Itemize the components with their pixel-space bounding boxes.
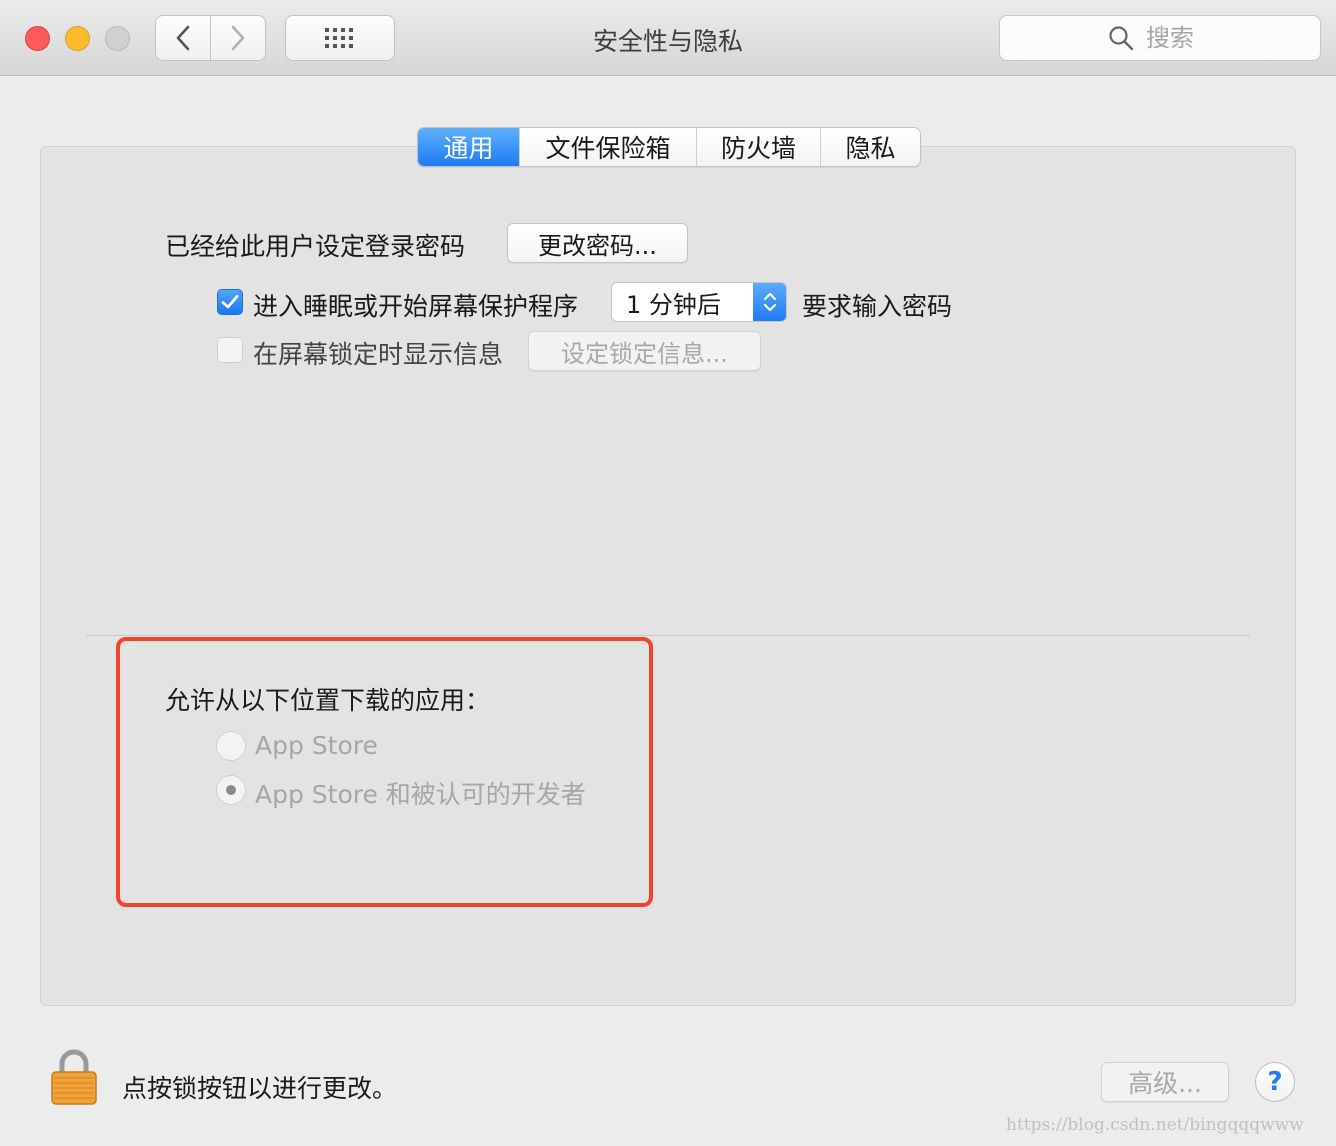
search-input[interactable] <box>1144 23 1212 53</box>
change-password-button[interactable]: 更改密码... <box>507 223 688 263</box>
checkmark-icon <box>221 295 239 309</box>
search-icon <box>1109 26 1134 51</box>
password-delay-value: 1 分钟后 <box>626 290 721 319</box>
tab-general[interactable]: 通用 <box>418 128 520 166</box>
require-password-label: 进入睡眠或开始屏幕保护程序 <box>253 292 579 321</box>
section-divider <box>86 635 1250 636</box>
show-lock-message-checkbox[interactable] <box>217 337 243 363</box>
lock-hint-text: 点按锁按钮以进行更改。 <box>122 1074 398 1103</box>
help-button[interactable]: ? <box>1255 1062 1295 1102</box>
tab-privacy[interactable]: 隐私 <box>821 128 920 166</box>
password-set-label: 已经给此用户设定登录密码 <box>165 232 466 261</box>
require-password-suffix: 要求输入密码 <box>802 292 953 321</box>
popup-arrows-icon <box>753 283 786 321</box>
tab-filevault[interactable]: 文件保险箱 <box>520 128 697 166</box>
require-password-checkbox[interactable] <box>217 289 243 315</box>
set-lock-message-button[interactable]: 设定锁定信息... <box>528 331 761 371</box>
watermark-text: https://blog.csdn.net/bingqqqwww <box>1006 1115 1304 1135</box>
password-delay-popup[interactable]: 1 分钟后 <box>611 282 787 322</box>
title-bar: 安全性与隐私 <box>0 0 1336 76</box>
show-lock-message-label: 在屏幕锁定时显示信息 <box>253 340 504 369</box>
advanced-button[interactable]: 高级... <box>1101 1062 1229 1102</box>
lock-icon[interactable] <box>50 1048 98 1110</box>
tab-bar: 通用 文件保险箱 防火墙 隐私 <box>417 127 921 167</box>
search-field[interactable] <box>999 15 1321 61</box>
annotation-highlight-box <box>116 637 653 907</box>
tab-firewall[interactable]: 防火墙 <box>697 128 821 166</box>
